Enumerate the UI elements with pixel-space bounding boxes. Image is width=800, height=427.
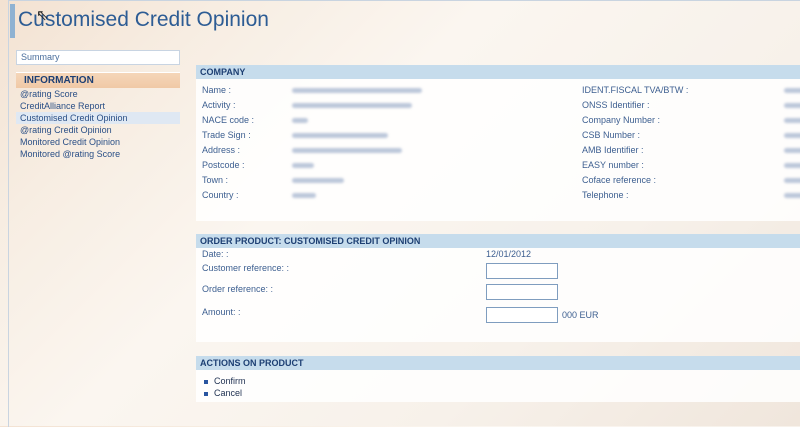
order-ref-row: Order reference: : xyxy=(196,281,800,302)
company-panel: COMPANY Name : IDENT.FISCAL TVA/BTW : Ac… xyxy=(196,65,800,221)
onss-label: ONSS Identifier : xyxy=(582,100,650,110)
blurred-value xyxy=(292,163,314,168)
sidebar-item-creditalliance-report[interactable]: CreditAlliance Report xyxy=(16,100,180,112)
nace-label: NACE code : xyxy=(202,115,255,125)
amount-input[interactable] xyxy=(486,307,558,323)
telephone-label: Telephone : xyxy=(582,190,629,200)
blurred-value xyxy=(784,193,800,198)
customer-ref-row: Customer reference: : xyxy=(196,260,800,281)
company-row: NACE code : Company Number : xyxy=(196,113,800,128)
blurred-value xyxy=(292,148,402,153)
easy-label: EASY number : xyxy=(582,160,644,170)
blurred-value xyxy=(784,103,800,108)
blurred-value xyxy=(292,103,412,108)
actions-heading: ACTIONS ON PRODUCT xyxy=(196,356,800,370)
blurred-value xyxy=(784,118,800,123)
amount-suffix: 000 EUR xyxy=(562,310,599,320)
activity-label: Activity : xyxy=(202,100,236,110)
cancel-label: Cancel xyxy=(214,388,243,398)
sidebar-item-customised-credit-opinion[interactable]: Customised Credit Opinion xyxy=(16,112,180,124)
confirm-label: Confirm xyxy=(214,376,246,386)
page-title: Customised Credit Opinion xyxy=(18,8,269,31)
trade-sign-label: Trade Sign : xyxy=(202,130,251,140)
blurred-value xyxy=(784,133,800,138)
vat-label: IDENT.FISCAL TVA/BTW : xyxy=(582,85,689,95)
csb-label: CSB Number : xyxy=(582,130,641,140)
country-label: Country : xyxy=(202,190,239,200)
company-row: Country : Telephone : xyxy=(196,188,800,203)
company-row: Trade Sign : CSB Number : xyxy=(196,128,800,143)
blurred-value xyxy=(784,163,800,168)
customer-ref-label: Customer reference: : xyxy=(202,263,290,273)
company-row: Name : IDENT.FISCAL TVA/BTW : xyxy=(196,83,800,98)
company-heading: COMPANY xyxy=(196,65,800,79)
order-ref-input[interactable] xyxy=(486,284,558,300)
blurred-value xyxy=(292,193,316,198)
town-label: Town : xyxy=(202,175,229,185)
blurred-value xyxy=(292,118,308,123)
company-row: Town : Coface reference : xyxy=(196,173,800,188)
sidebar-item-monitored-credit-opinion[interactable]: Monitored Credit Opinion xyxy=(16,136,180,148)
company-row: Postcode : EASY number : xyxy=(196,158,800,173)
actions-panel: ACTIONS ON PRODUCT Confirm Cancel xyxy=(196,356,800,402)
address-label: Address : xyxy=(202,145,241,155)
coface-label: Coface reference : xyxy=(582,175,657,185)
blurred-value xyxy=(292,178,344,183)
bullet-icon xyxy=(204,391,208,396)
blurred-value xyxy=(292,88,422,93)
order-heading: ORDER PRODUCT: CUSTOMISED CREDIT OPINION xyxy=(196,234,800,248)
blurred-value xyxy=(784,88,800,93)
blurred-value xyxy=(784,178,800,183)
amount-row: Amount: : 000 EUR xyxy=(196,302,800,323)
sidebar: Summary INFORMATION @rating Score Credit… xyxy=(16,50,180,160)
date-row: Date: : 12/01/2012 xyxy=(196,248,800,260)
amount-label: Amount: : xyxy=(202,307,241,317)
company-row: Address : AMB Identifier : xyxy=(196,143,800,158)
confirm-action[interactable]: Confirm xyxy=(196,375,800,387)
sidebar-item-rating-score[interactable]: @rating Score xyxy=(16,88,180,100)
mouse-cursor-icon: ⇖ xyxy=(36,7,49,24)
blurred-value xyxy=(292,133,388,138)
sidebar-section-title: INFORMATION xyxy=(16,72,180,88)
company-row: Activity : ONSS Identifier : xyxy=(196,98,800,113)
postcode-label: Postcode : xyxy=(202,160,245,170)
cancel-action[interactable]: Cancel xyxy=(196,387,800,399)
order-panel: ORDER PRODUCT: CUSTOMISED CREDIT OPINION… xyxy=(196,234,800,342)
name-label: Name : xyxy=(202,85,232,95)
amb-label: AMB Identifier : xyxy=(582,145,644,155)
company-number-label: Company Number : xyxy=(582,115,661,125)
bullet-icon xyxy=(204,379,208,384)
customer-ref-input[interactable] xyxy=(486,263,558,279)
blurred-value xyxy=(784,148,800,153)
sidebar-summary-link[interactable]: Summary xyxy=(16,50,180,65)
order-ref-label: Order reference: : xyxy=(202,284,274,294)
sidebar-item-monitored-rating-score[interactable]: Monitored @rating Score xyxy=(16,148,180,160)
sidebar-item-rating-credit-opinion[interactable]: @rating Credit Opinion xyxy=(16,124,180,136)
